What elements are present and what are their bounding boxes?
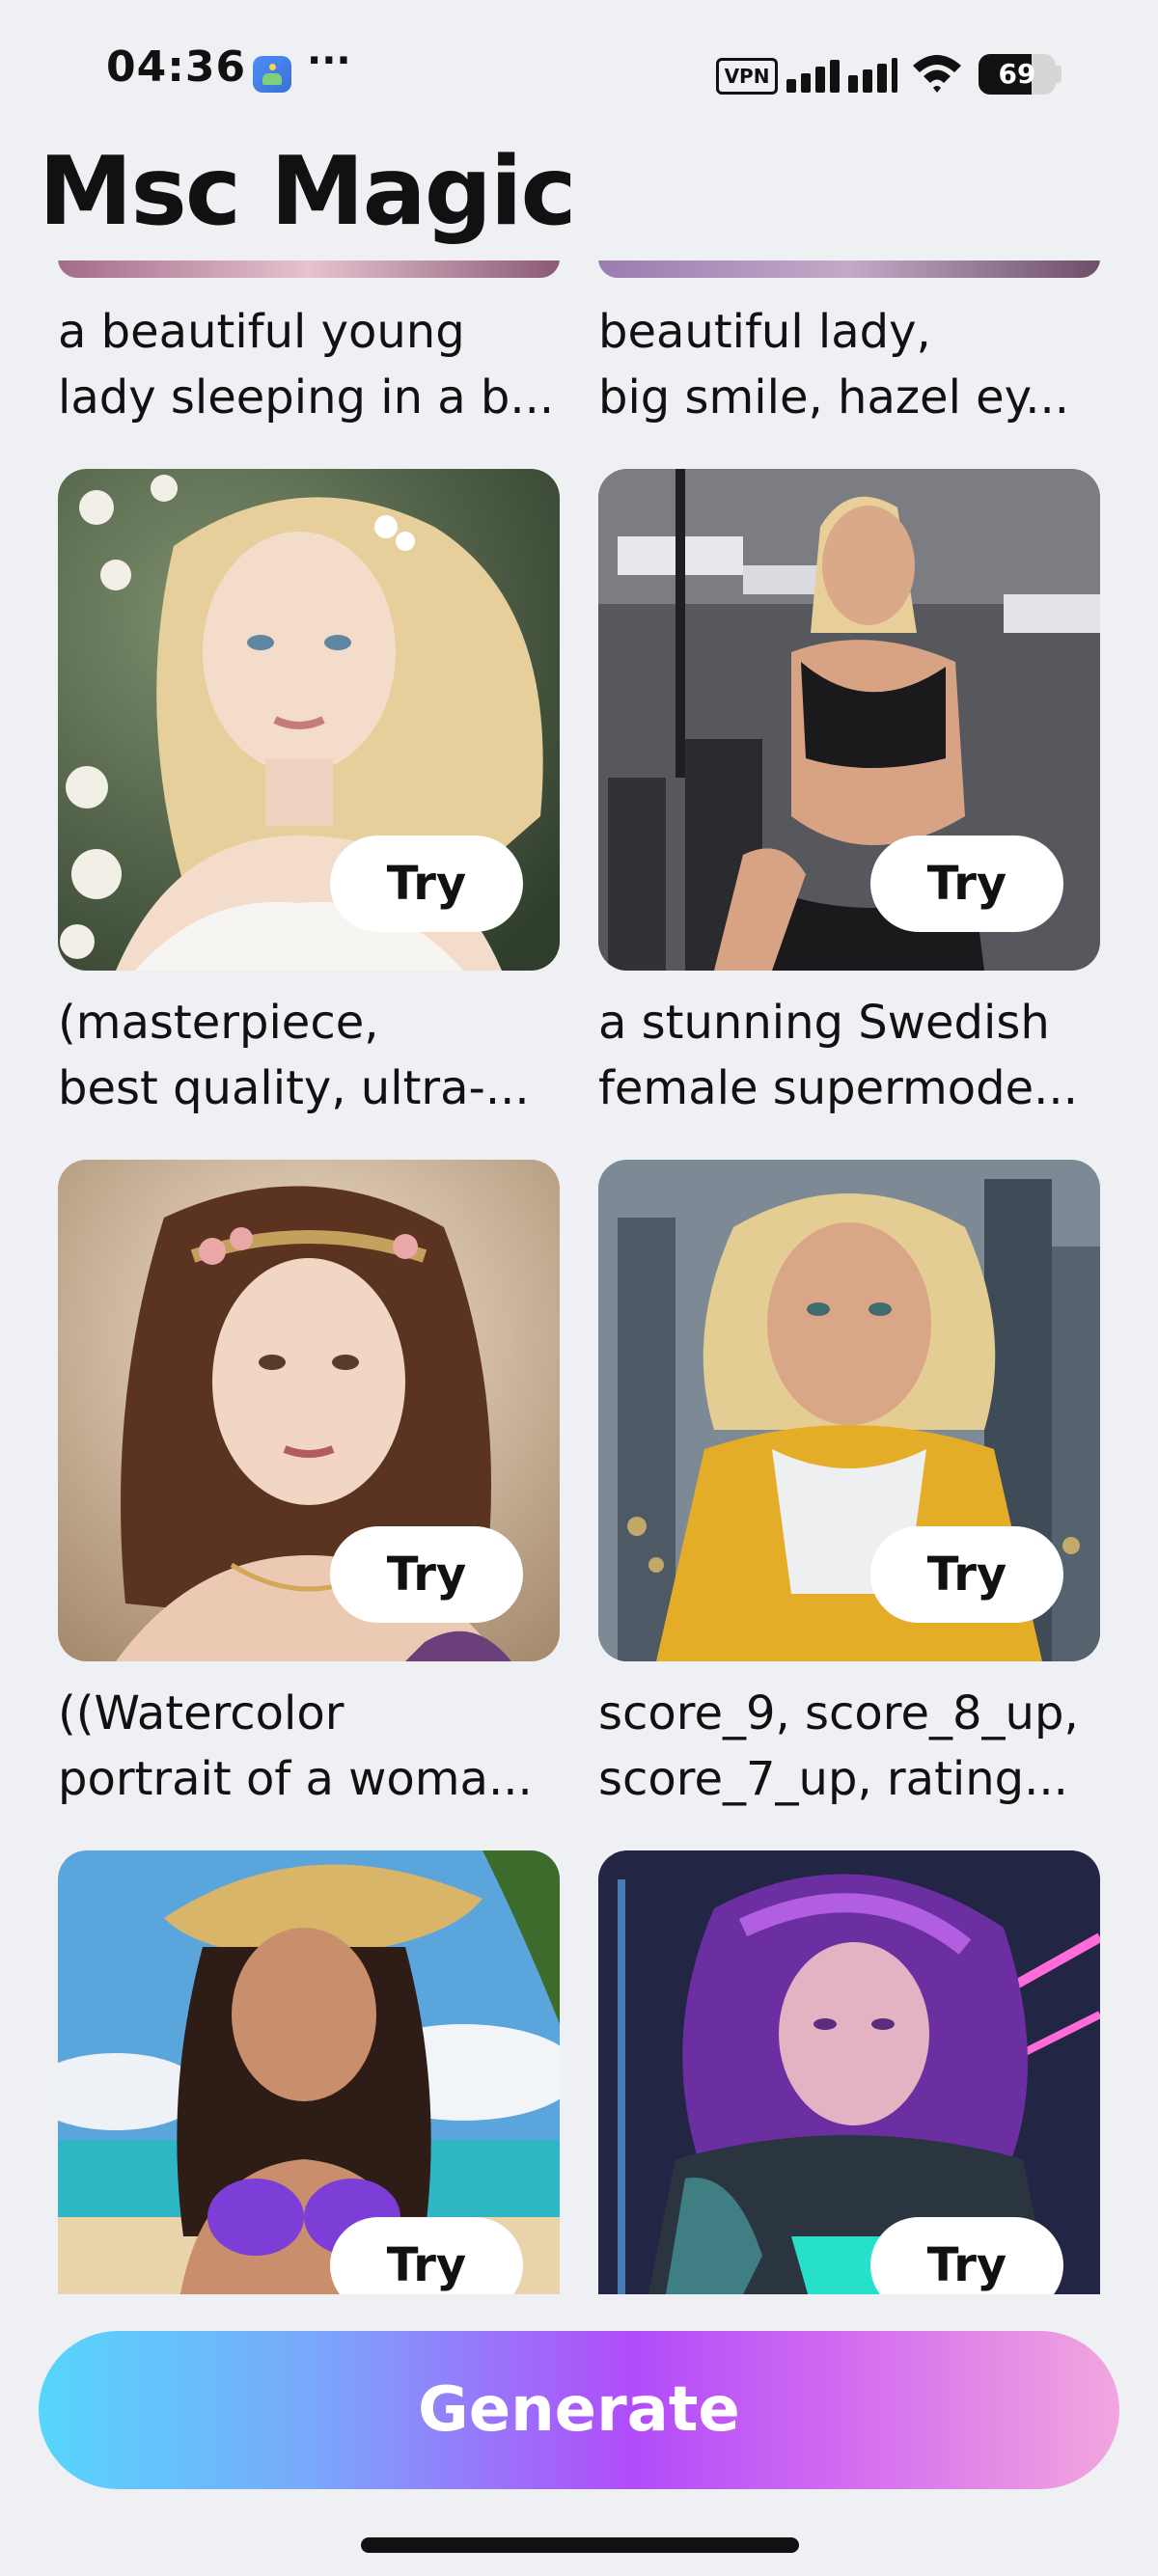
page-title: Msc Magic — [39, 137, 577, 247]
thumbnail-partial — [58, 260, 560, 278]
try-button[interactable]: Try — [870, 836, 1063, 932]
battery-cap — [1056, 66, 1062, 83]
status-time: 04:36 — [106, 42, 247, 92]
thumbnail-partial — [598, 260, 1100, 278]
home-indicator[interactable] — [361, 2537, 799, 2553]
battery-level: 69 — [998, 58, 1036, 90]
try-button[interactable]: Try — [330, 836, 523, 932]
prompt-caption[interactable]: a stunning Swedish female supermode... — [598, 990, 1100, 1121]
status-bar: 04:36 ··· VPN 69 — [0, 0, 1158, 145]
prompt-caption[interactable]: beautiful lady, big smile, hazel ey... — [598, 299, 1100, 430]
gallery-app-icon — [253, 56, 291, 93]
wifi-icon — [913, 55, 961, 93]
prompt-caption[interactable]: (masterpiece, best quality, ultra-... — [58, 990, 560, 1121]
try-button[interactable]: Try — [330, 2217, 523, 2294]
generate-button[interactable]: Generate — [39, 2331, 1119, 2489]
signal-icon — [786, 54, 897, 93]
prompt-feed[interactable]: a beautiful young lady sleeping in a b...… — [0, 260, 1158, 2294]
prompt-caption[interactable]: ((Watercolor portrait of a woma... — [58, 1681, 560, 1812]
try-button[interactable]: Try — [870, 2217, 1063, 2294]
more-notifications-icon: ··· — [307, 39, 351, 83]
vpn-icon: VPN — [716, 58, 778, 95]
try-button[interactable]: Try — [870, 1526, 1063, 1623]
try-button[interactable]: Try — [330, 1526, 523, 1623]
battery-icon: 69 — [979, 54, 1056, 95]
prompt-caption[interactable]: a beautiful young lady sleeping in a b... — [58, 299, 560, 430]
prompt-caption[interactable]: score_9, score_8_up, score_7_up, rating..… — [598, 1681, 1100, 1812]
